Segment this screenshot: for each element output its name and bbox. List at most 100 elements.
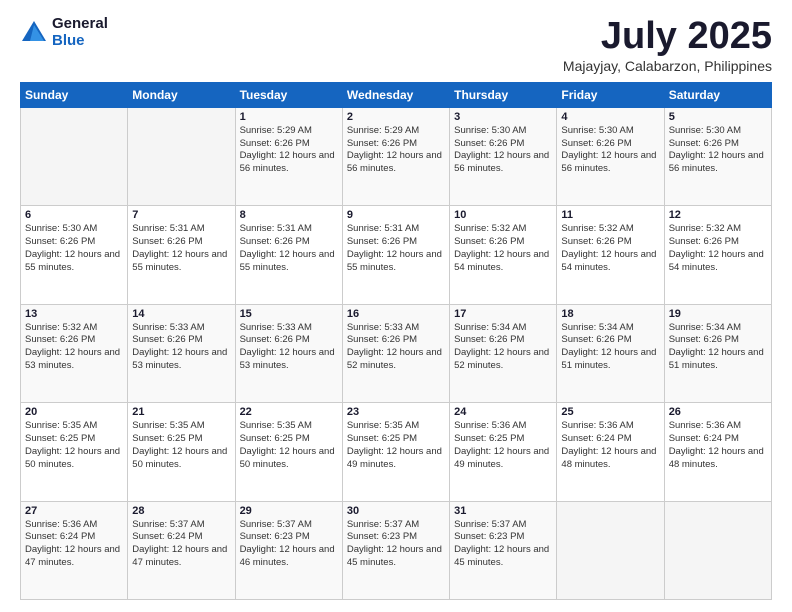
calendar-cell: 5 Sunrise: 5:30 AMSunset: 6:26 PMDayligh… [664, 107, 771, 205]
day-detail: Sunrise: 5:36 AMSunset: 6:25 PMDaylight:… [454, 420, 549, 469]
col-saturday: Saturday [664, 82, 771, 107]
day-detail: Sunrise: 5:29 AMSunset: 6:26 PMDaylight:… [240, 125, 335, 174]
calendar-cell [664, 501, 771, 599]
day-detail: Sunrise: 5:37 AMSunset: 6:24 PMDaylight:… [132, 519, 227, 568]
calendar-cell: 18 Sunrise: 5:34 AMSunset: 6:26 PMDaylig… [557, 304, 664, 402]
day-number: 25 [561, 406, 659, 418]
calendar-cell: 7 Sunrise: 5:31 AMSunset: 6:26 PMDayligh… [128, 206, 235, 304]
day-detail: Sunrise: 5:35 AMSunset: 6:25 PMDaylight:… [132, 420, 227, 469]
calendar-cell: 8 Sunrise: 5:31 AMSunset: 6:26 PMDayligh… [235, 206, 342, 304]
week-row-5: 27 Sunrise: 5:36 AMSunset: 6:24 PMDaylig… [21, 501, 772, 599]
day-number: 4 [561, 111, 659, 123]
calendar-cell: 27 Sunrise: 5:36 AMSunset: 6:24 PMDaylig… [21, 501, 128, 599]
calendar-cell: 15 Sunrise: 5:33 AMSunset: 6:26 PMDaylig… [235, 304, 342, 402]
day-detail: Sunrise: 5:31 AMSunset: 6:26 PMDaylight:… [240, 223, 335, 272]
day-detail: Sunrise: 5:32 AMSunset: 6:26 PMDaylight:… [454, 223, 549, 272]
day-detail: Sunrise: 5:32 AMSunset: 6:26 PMDaylight:… [561, 223, 656, 272]
day-number: 27 [25, 505, 123, 517]
day-detail: Sunrise: 5:33 AMSunset: 6:26 PMDaylight:… [347, 322, 442, 371]
day-number: 19 [669, 308, 767, 320]
calendar-cell: 2 Sunrise: 5:29 AMSunset: 6:26 PMDayligh… [342, 107, 449, 205]
day-detail: Sunrise: 5:37 AMSunset: 6:23 PMDaylight:… [347, 519, 442, 568]
day-number: 24 [454, 406, 552, 418]
calendar-cell: 12 Sunrise: 5:32 AMSunset: 6:26 PMDaylig… [664, 206, 771, 304]
calendar-cell [128, 107, 235, 205]
day-number: 12 [669, 209, 767, 221]
day-detail: Sunrise: 5:34 AMSunset: 6:26 PMDaylight:… [561, 322, 656, 371]
day-detail: Sunrise: 5:36 AMSunset: 6:24 PMDaylight:… [561, 420, 656, 469]
week-row-4: 20 Sunrise: 5:35 AMSunset: 6:25 PMDaylig… [21, 403, 772, 501]
day-number: 2 [347, 111, 445, 123]
day-number: 20 [25, 406, 123, 418]
day-number: 8 [240, 209, 338, 221]
calendar-cell: 26 Sunrise: 5:36 AMSunset: 6:24 PMDaylig… [664, 403, 771, 501]
calendar-cell: 19 Sunrise: 5:34 AMSunset: 6:26 PMDaylig… [664, 304, 771, 402]
day-detail: Sunrise: 5:34 AMSunset: 6:26 PMDaylight:… [669, 322, 764, 371]
calendar-cell [21, 107, 128, 205]
day-detail: Sunrise: 5:32 AMSunset: 6:26 PMDaylight:… [25, 322, 120, 371]
day-detail: Sunrise: 5:31 AMSunset: 6:26 PMDaylight:… [132, 223, 227, 272]
day-number: 10 [454, 209, 552, 221]
day-number: 3 [454, 111, 552, 123]
calendar-cell: 22 Sunrise: 5:35 AMSunset: 6:25 PMDaylig… [235, 403, 342, 501]
week-row-1: 1 Sunrise: 5:29 AMSunset: 6:26 PMDayligh… [21, 107, 772, 205]
calendar-cell: 28 Sunrise: 5:37 AMSunset: 6:24 PMDaylig… [128, 501, 235, 599]
day-detail: Sunrise: 5:37 AMSunset: 6:23 PMDaylight:… [454, 519, 549, 568]
calendar-cell: 11 Sunrise: 5:32 AMSunset: 6:26 PMDaylig… [557, 206, 664, 304]
day-number: 28 [132, 505, 230, 517]
day-number: 15 [240, 308, 338, 320]
calendar-cell: 29 Sunrise: 5:37 AMSunset: 6:23 PMDaylig… [235, 501, 342, 599]
week-row-2: 6 Sunrise: 5:30 AMSunset: 6:26 PMDayligh… [21, 206, 772, 304]
day-detail: Sunrise: 5:31 AMSunset: 6:26 PMDaylight:… [347, 223, 442, 272]
day-number: 1 [240, 111, 338, 123]
col-friday: Friday [557, 82, 664, 107]
col-thursday: Thursday [450, 82, 557, 107]
calendar-cell: 10 Sunrise: 5:32 AMSunset: 6:26 PMDaylig… [450, 206, 557, 304]
calendar-cell: 17 Sunrise: 5:34 AMSunset: 6:26 PMDaylig… [450, 304, 557, 402]
week-row-3: 13 Sunrise: 5:32 AMSunset: 6:26 PMDaylig… [21, 304, 772, 402]
day-detail: Sunrise: 5:37 AMSunset: 6:23 PMDaylight:… [240, 519, 335, 568]
day-number: 31 [454, 505, 552, 517]
col-sunday: Sunday [21, 82, 128, 107]
day-number: 14 [132, 308, 230, 320]
calendar-cell [557, 501, 664, 599]
day-number: 17 [454, 308, 552, 320]
calendar-cell: 13 Sunrise: 5:32 AMSunset: 6:26 PMDaylig… [21, 304, 128, 402]
calendar-cell: 14 Sunrise: 5:33 AMSunset: 6:26 PMDaylig… [128, 304, 235, 402]
day-detail: Sunrise: 5:29 AMSunset: 6:26 PMDaylight:… [347, 125, 442, 174]
col-tuesday: Tuesday [235, 82, 342, 107]
page: General Blue July 2025 Majayjay, Calabar… [0, 0, 792, 612]
day-number: 16 [347, 308, 445, 320]
day-number: 22 [240, 406, 338, 418]
day-number: 30 [347, 505, 445, 517]
logo-blue: Blue [52, 33, 108, 50]
calendar-cell: 4 Sunrise: 5:30 AMSunset: 6:26 PMDayligh… [557, 107, 664, 205]
calendar-cell: 24 Sunrise: 5:36 AMSunset: 6:25 PMDaylig… [450, 403, 557, 501]
day-detail: Sunrise: 5:30 AMSunset: 6:26 PMDaylight:… [454, 125, 549, 174]
header: General Blue July 2025 Majayjay, Calabar… [20, 16, 772, 74]
day-number: 26 [669, 406, 767, 418]
calendar-cell: 9 Sunrise: 5:31 AMSunset: 6:26 PMDayligh… [342, 206, 449, 304]
day-number: 5 [669, 111, 767, 123]
calendar-cell: 25 Sunrise: 5:36 AMSunset: 6:24 PMDaylig… [557, 403, 664, 501]
day-detail: Sunrise: 5:35 AMSunset: 6:25 PMDaylight:… [25, 420, 120, 469]
day-detail: Sunrise: 5:35 AMSunset: 6:25 PMDaylight:… [240, 420, 335, 469]
day-number: 11 [561, 209, 659, 221]
col-monday: Monday [128, 82, 235, 107]
col-wednesday: Wednesday [342, 82, 449, 107]
calendar-cell: 16 Sunrise: 5:33 AMSunset: 6:26 PMDaylig… [342, 304, 449, 402]
calendar-cell: 21 Sunrise: 5:35 AMSunset: 6:25 PMDaylig… [128, 403, 235, 501]
calendar-cell: 23 Sunrise: 5:35 AMSunset: 6:25 PMDaylig… [342, 403, 449, 501]
calendar-table: Sunday Monday Tuesday Wednesday Thursday… [20, 82, 772, 600]
day-detail: Sunrise: 5:36 AMSunset: 6:24 PMDaylight:… [25, 519, 120, 568]
logo-text: General Blue [52, 16, 108, 49]
day-detail: Sunrise: 5:32 AMSunset: 6:26 PMDaylight:… [669, 223, 764, 272]
day-number: 29 [240, 505, 338, 517]
day-detail: Sunrise: 5:34 AMSunset: 6:26 PMDaylight:… [454, 322, 549, 371]
calendar-cell: 1 Sunrise: 5:29 AMSunset: 6:26 PMDayligh… [235, 107, 342, 205]
calendar-cell: 20 Sunrise: 5:35 AMSunset: 6:25 PMDaylig… [21, 403, 128, 501]
day-detail: Sunrise: 5:36 AMSunset: 6:24 PMDaylight:… [669, 420, 764, 469]
day-detail: Sunrise: 5:33 AMSunset: 6:26 PMDaylight:… [132, 322, 227, 371]
day-number: 9 [347, 209, 445, 221]
day-detail: Sunrise: 5:30 AMSunset: 6:26 PMDaylight:… [669, 125, 764, 174]
